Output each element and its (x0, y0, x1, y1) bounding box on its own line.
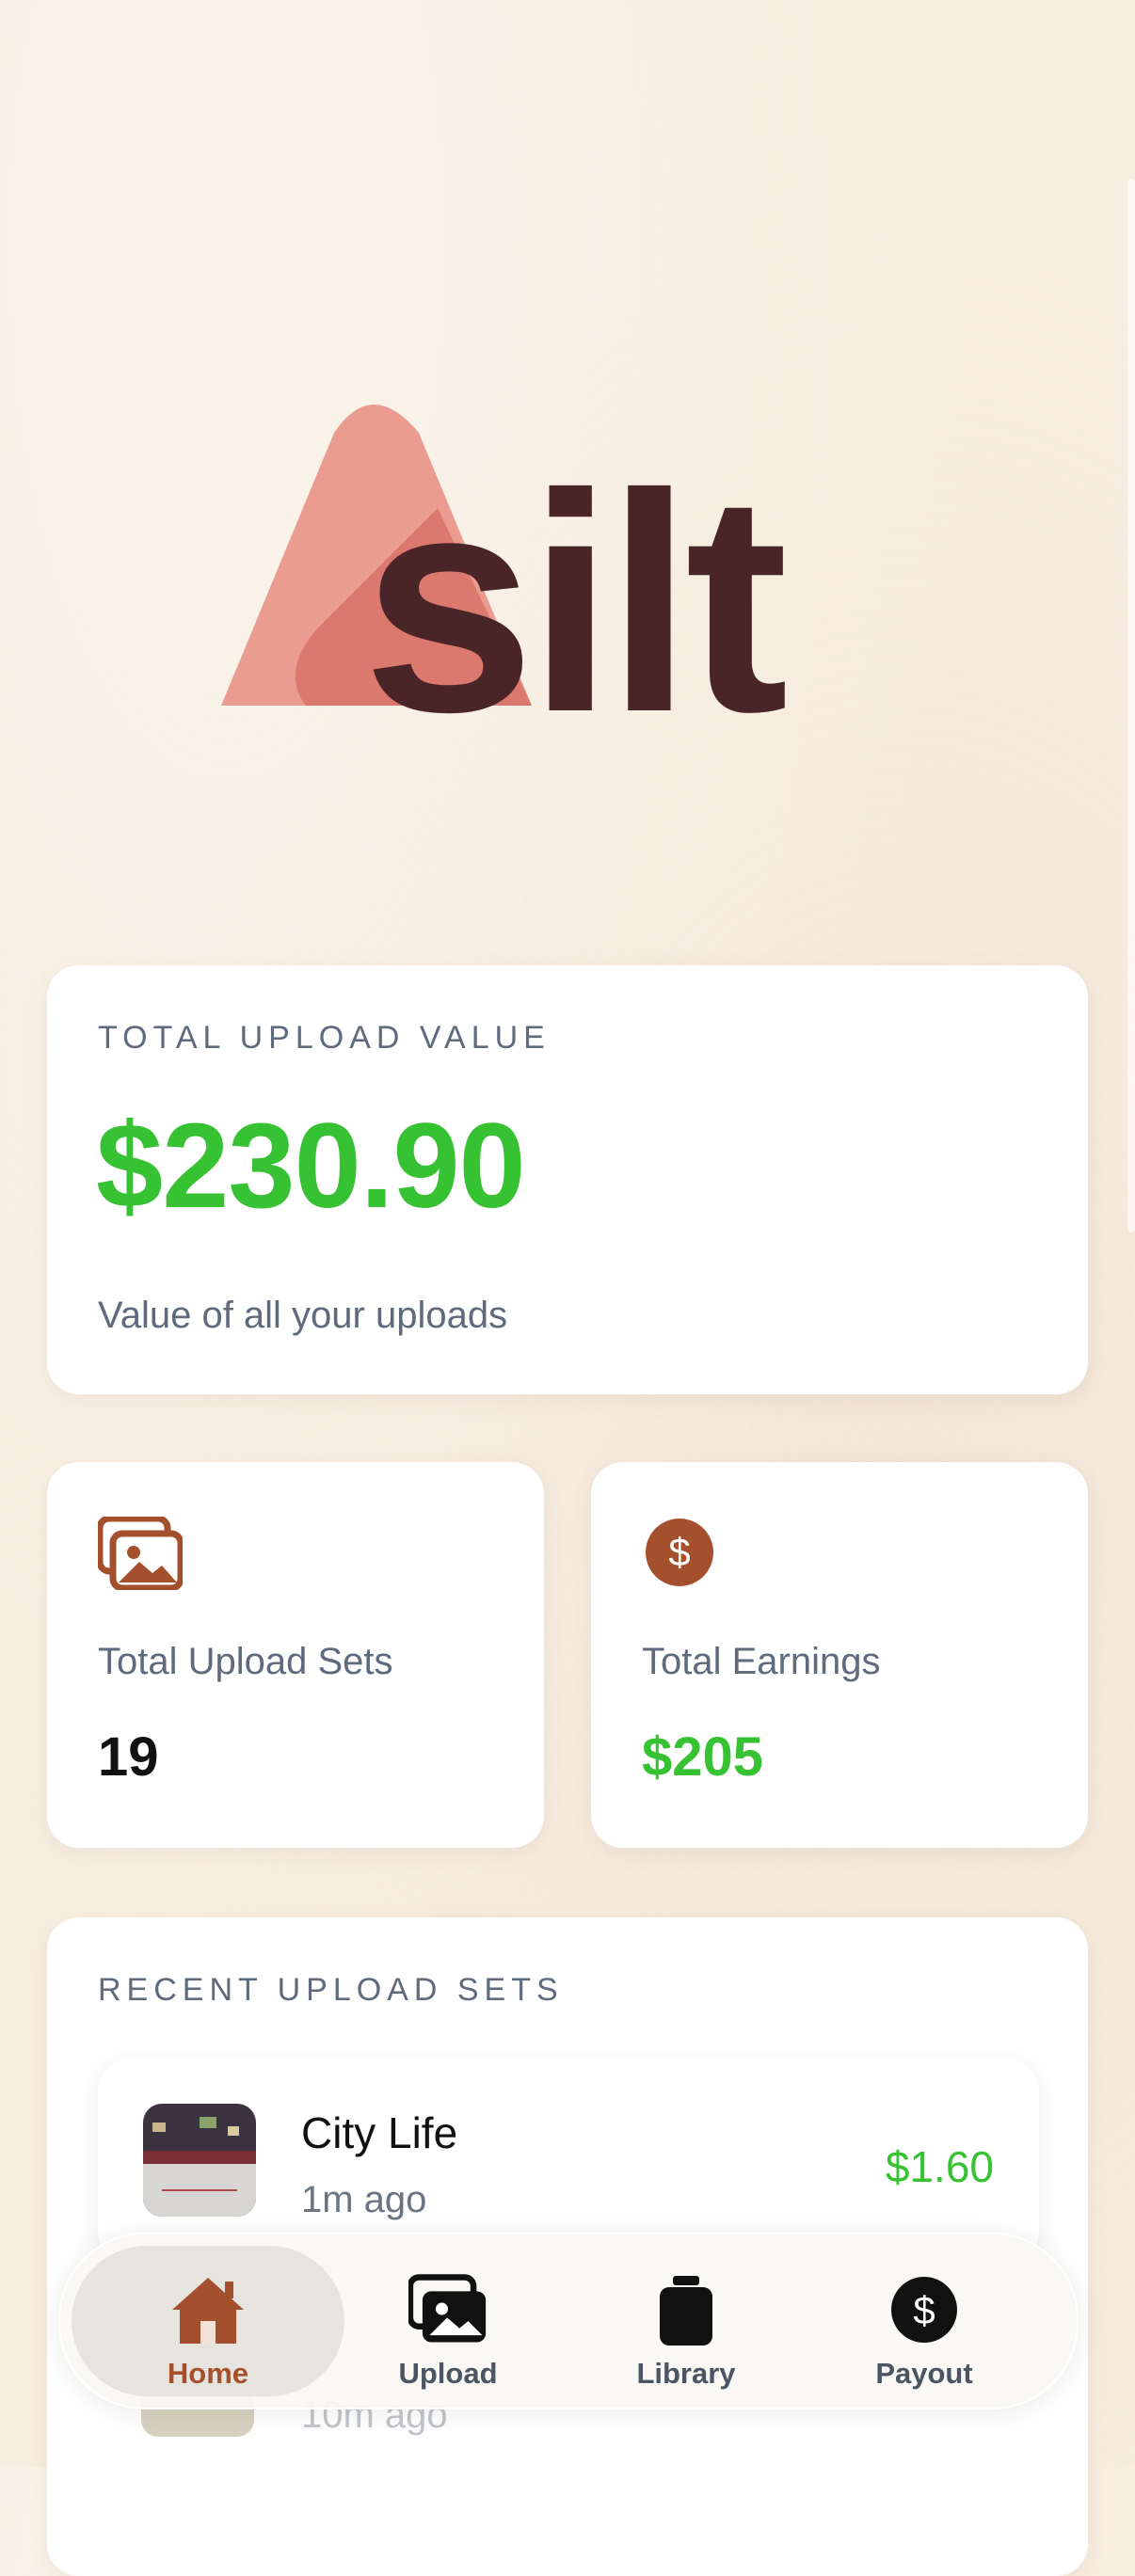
tab-home[interactable]: Home (72, 2246, 344, 2396)
scrollbar[interactable] (1127, 179, 1135, 1232)
tab-upload[interactable]: Upload (312, 2246, 584, 2396)
dollar-circle-icon: $ (642, 1517, 727, 1590)
recent-eyebrow: RECENT UPLOAD SETS (98, 1972, 564, 2008)
tab-upload-label: Upload (398, 2357, 498, 2390)
tab-library[interactable]: Library (550, 2246, 823, 2396)
tab-home-label: Home (167, 2357, 249, 2390)
upload-sets-label: Total Upload Sets (98, 1641, 393, 1682)
svg-text:$: $ (668, 1530, 690, 1574)
earnings-label: Total Earnings (642, 1641, 881, 1682)
earnings-value: $205 (642, 1726, 764, 1788)
upload-sets-card[interactable]: Total Upload Sets 19 (47, 1462, 544, 1848)
recent-item-time: 1m ago (301, 2179, 427, 2220)
upload-thumbnail (143, 2104, 256, 2217)
images-icon (407, 2274, 488, 2345)
svg-text:silt: silt (362, 429, 787, 724)
home-icon (168, 2274, 248, 2345)
silt-logo: silt (221, 395, 918, 724)
tab-payout-label: Payout (875, 2357, 973, 2390)
earnings-card[interactable]: $ Total Earnings $205 (591, 1462, 1088, 1848)
recent-item-price: $1.60 (885, 2142, 994, 2191)
images-icon (96, 1515, 184, 1592)
total-upload-value-card: TOTAL UPLOAD VALUE $230.90 Value of all … (47, 965, 1088, 1394)
upload-sets-count: 19 (98, 1726, 159, 1788)
total-value-subtitle: Value of all your uploads (98, 1295, 508, 1336)
dollar-circle-icon: $ (885, 2274, 964, 2345)
svg-text:$: $ (913, 2288, 935, 2332)
tab-library-label: Library (636, 2357, 736, 2390)
recent-item-title: City Life (301, 2108, 458, 2157)
tab-payout[interactable]: $ Payout (788, 2246, 1061, 2396)
total-value-amount: $230.90 (96, 1099, 526, 1233)
total-value-eyebrow: TOTAL UPLOAD VALUE (98, 1020, 551, 1056)
jar-icon (647, 2274, 726, 2345)
tab-bar: Home Upload Library $ Payout (58, 2233, 1079, 2409)
